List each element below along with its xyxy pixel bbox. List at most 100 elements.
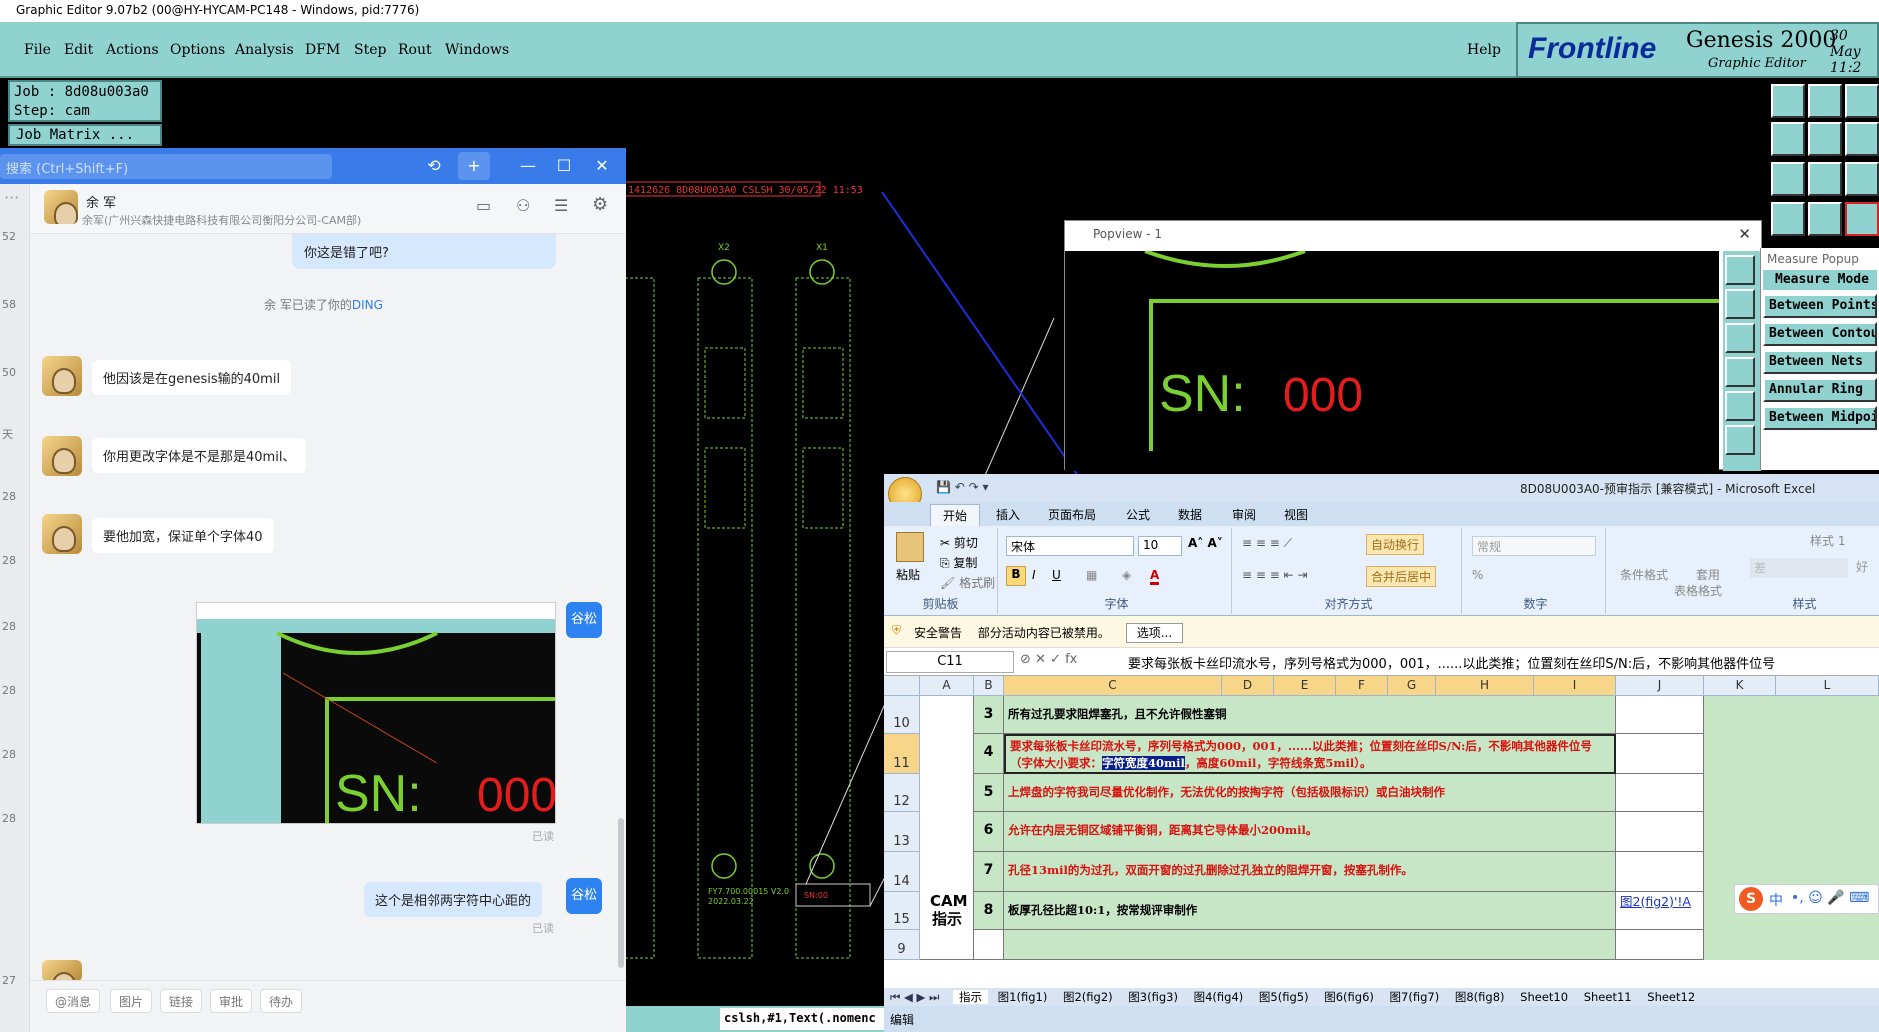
paste-icon[interactable]	[896, 532, 924, 562]
message-bubble[interactable]: 他因该是在genesis输的40mil	[92, 360, 292, 395]
tool-move-up-icon[interactable]	[1771, 84, 1805, 118]
message-bubble[interactable]: 你这是错了吧?	[292, 234, 556, 269]
sheet-tab[interactable]: Sheet10	[1520, 990, 1568, 1004]
folder-icon[interactable]: ▭	[476, 196, 491, 215]
tab-view[interactable]: 视图	[1284, 506, 1308, 523]
formula-input[interactable]: 要求每张板卡丝印流水号，序列号格式为000，001，......以此类推；位置刻…	[1128, 653, 1775, 672]
close-icon[interactable]: ✕	[590, 152, 614, 180]
pv-tool-5-icon[interactable]	[1725, 391, 1755, 421]
font-color-icon[interactable]: A	[1150, 568, 1160, 585]
minimize-icon[interactable]: —	[516, 152, 540, 180]
tab-formulas[interactable]: 公式	[1126, 506, 1150, 523]
ime-mode[interactable]: 中	[1769, 890, 1783, 910]
sheet-tab[interactable]: 图3(fig3)	[1128, 990, 1178, 1004]
tab-review[interactable]: 审阅	[1232, 506, 1256, 523]
menu-rout[interactable]: Rout	[398, 42, 432, 58]
maximize-icon[interactable]: ☐	[552, 152, 576, 180]
sheet-tab[interactable]: 图5(fig5)	[1259, 990, 1309, 1004]
format-painter-button[interactable]: 🖌 格式刷	[940, 574, 995, 591]
tool-left-icon[interactable]	[1771, 122, 1805, 156]
menu-windows[interactable]: Windows	[445, 42, 509, 58]
my-avatar[interactable]: 谷松	[566, 602, 602, 638]
tool-scale-icon[interactable]	[1845, 162, 1879, 196]
table-cell[interactable]: 允许在内层无铜区域铺平衡铜，距离其它导体最小200mil。	[1004, 812, 1616, 852]
popview-canvas[interactable]: SN: 000	[1065, 251, 1719, 471]
tool-pan-icon[interactable]	[1845, 122, 1879, 156]
gear-icon[interactable]: ⚙	[592, 194, 608, 215]
tool-home-icon[interactable]	[1845, 84, 1879, 118]
tool-measure-icon[interactable]	[1771, 202, 1805, 236]
sheet-tab[interactable]: 图2(fig2)	[1063, 990, 1113, 1004]
search-history-icon[interactable]: ☰	[554, 196, 568, 215]
spreadsheet-grid[interactable]: A B C D E F G H I J K L 10 11 12 13 14 1…	[884, 676, 1879, 996]
job-matrix-button[interactable]: Job Matrix ...	[8, 124, 162, 146]
row-header[interactable]: 11	[884, 734, 920, 774]
row-header[interactable]: 9	[884, 930, 920, 960]
row-header[interactable]: 15	[884, 892, 920, 930]
menu-options[interactable]: Options	[170, 42, 225, 58]
table-cell[interactable]	[1616, 696, 1704, 734]
table-cell[interactable]	[1616, 774, 1704, 812]
row-header[interactable]: 13	[884, 812, 920, 852]
green-range[interactable]	[1704, 696, 1879, 960]
table-cell[interactable]	[1616, 930, 1704, 960]
image-button[interactable]: 图片	[110, 989, 153, 1013]
menu-help[interactable]: Help	[1467, 42, 1501, 58]
measure-annular-ring[interactable]: Annular Ring	[1763, 378, 1877, 402]
table-cell[interactable]: 4	[974, 734, 1004, 774]
italic-button[interactable]: I	[1032, 568, 1036, 582]
screenshot-image[interactable]: SN: 000	[196, 602, 556, 824]
underline-button[interactable]: U	[1052, 568, 1061, 582]
menu-dfm[interactable]: DFM	[305, 42, 340, 58]
tab-insert[interactable]: 插入	[996, 506, 1020, 523]
table-cell[interactable]: 7	[974, 852, 1004, 892]
measure-between-nets[interactable]: Between Nets	[1763, 350, 1877, 374]
pv-tool-6-icon[interactable]	[1725, 425, 1755, 455]
vertical-align-icons[interactable]: ≡ ≡ ≡ ⟋	[1242, 536, 1292, 551]
table-cell[interactable]	[1004, 930, 1616, 960]
sheet-tab[interactable]: 图1(fig1)	[998, 990, 1048, 1004]
menu-file[interactable]: File	[24, 42, 51, 58]
tool-snap-icon[interactable]	[1808, 202, 1842, 236]
menu-edit[interactable]: Edit	[64, 42, 93, 58]
measure-between-midpoints[interactable]: Between Midpoints	[1763, 406, 1877, 430]
column-header[interactable]: I	[1534, 676, 1616, 696]
more-icon[interactable]: ···	[4, 188, 19, 207]
number-format-select[interactable]: 常规	[1472, 536, 1596, 556]
style-bad[interactable]: 差	[1750, 558, 1848, 578]
ime-toolbar[interactable]: S 中 •, ☺ 🎤 ⌨	[1734, 884, 1879, 914]
contact-avatar[interactable]	[44, 190, 78, 224]
sheet-tab-active[interactable]: 指示	[953, 990, 989, 1004]
row-header[interactable]: 14	[884, 852, 920, 892]
cut-button[interactable]: ✂ 剪切	[940, 534, 978, 551]
column-header[interactable]: J	[1616, 676, 1704, 696]
todo-button[interactable]: 待办	[260, 989, 303, 1013]
chat-search-input[interactable]: 搜索 (Ctrl+Shift+F)	[0, 154, 332, 179]
my-avatar[interactable]: 谷松	[566, 878, 602, 914]
tab-home[interactable]: 开始	[930, 504, 981, 526]
sheet-tab[interactable]: 图6(fig6)	[1324, 990, 1374, 1004]
column-header[interactable]: F	[1336, 676, 1388, 696]
tab-data[interactable]: 数据	[1178, 506, 1202, 523]
history-icon[interactable]: ⟲	[420, 152, 448, 180]
pv-tool-3-icon[interactable]	[1725, 323, 1755, 353]
security-options-button[interactable]: 选项...	[1125, 623, 1184, 643]
ime-icons[interactable]: •, ☺ 🎤 ⌨	[1791, 890, 1869, 906]
sheet-nav-icons[interactable]: ⏮ ◀ ▶ ⏭	[890, 990, 939, 1004]
tab-page-layout[interactable]: 页面布局	[1048, 506, 1096, 523]
table-cell[interactable]	[1616, 852, 1704, 892]
font-family-select[interactable]: 宋体	[1006, 536, 1134, 556]
column-header[interactable]: H	[1436, 676, 1534, 696]
measure-between-contours[interactable]: Between Contours	[1763, 322, 1877, 346]
add-user-icon[interactable]: ⚇	[516, 196, 530, 215]
corner-cell[interactable]	[884, 676, 920, 696]
table-cell[interactable]: 6	[974, 812, 1004, 852]
fill-color-icon[interactable]: ◈	[1122, 568, 1131, 582]
horizontal-align-icons[interactable]: ≡ ≡ ≡ ⇤ ⇥	[1242, 568, 1308, 582]
contact-avatar[interactable]	[42, 436, 82, 476]
link-button[interactable]: 链接	[160, 989, 203, 1013]
menu-actions[interactable]: Actions	[106, 42, 159, 58]
tool-net-icon[interactable]	[1845, 202, 1879, 236]
pv-tool-1-icon[interactable]	[1725, 255, 1755, 285]
bold-button[interactable]: B	[1006, 566, 1026, 586]
